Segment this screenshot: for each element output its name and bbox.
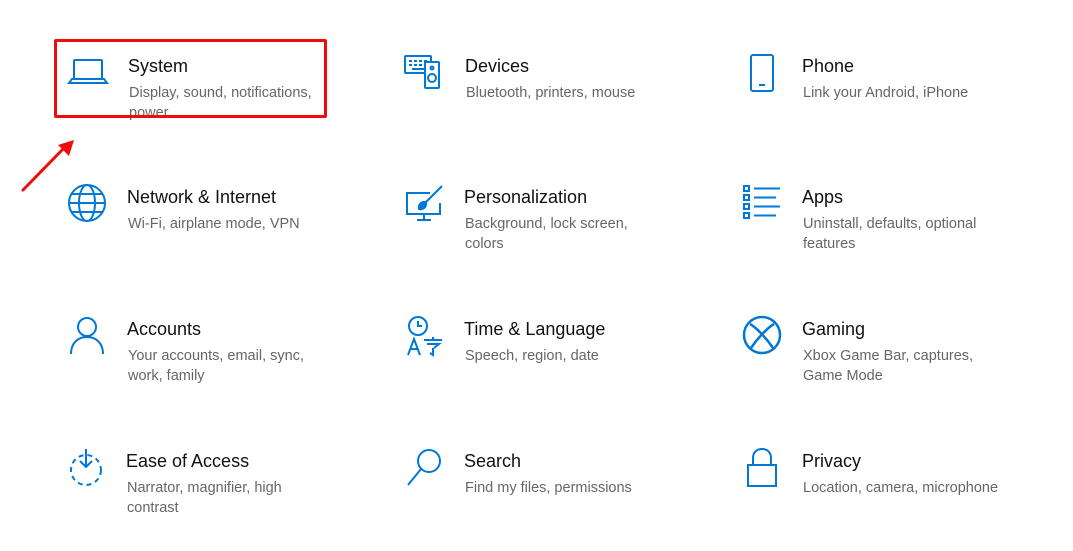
settings-tile-apps[interactable]: Apps Uninstall, defaults, optional featu… xyxy=(730,173,1020,263)
settings-tile-network-internet[interactable]: Network & Internet Wi-Fi, airplane mode,… xyxy=(55,173,345,263)
tile-description: Find my files, permissions xyxy=(465,480,632,496)
tile-description: Xbox Game Bar, captures, Game Mode xyxy=(803,348,974,384)
globe-icon xyxy=(63,179,111,227)
tile-title: Devices xyxy=(465,56,530,76)
settings-tile-devices[interactable]: Devices Bluetooth, printers, mouse xyxy=(393,42,683,132)
tile-title: Network & Internet xyxy=(127,187,277,207)
tile-title: System xyxy=(128,56,189,76)
tile-title: Accounts xyxy=(127,319,202,339)
laptop-icon xyxy=(64,48,112,96)
xbox-icon xyxy=(738,311,786,359)
tile-title: Phone xyxy=(802,56,855,76)
settings-tile-privacy[interactable]: Privacy Location, camera, microphone xyxy=(730,437,1020,527)
search-icon xyxy=(400,443,448,491)
settings-tile-gaming[interactable]: Gaming Xbox Game Bar, captures, Game Mod… xyxy=(730,305,1020,395)
ease-of-access-icon xyxy=(62,443,110,491)
settings-tile-personalization[interactable]: Personalization Background, lock screen,… xyxy=(392,173,682,263)
tile-title: Ease of Access xyxy=(126,451,250,471)
tile-description: Your accounts, email, sync, work, family xyxy=(128,348,304,384)
tile-description: Bluetooth, printers, mouse xyxy=(466,85,636,101)
paintbrush-icon xyxy=(400,179,448,227)
tile-description: Background, lock screen, colors xyxy=(465,216,628,252)
tile-description: Speech, region, date xyxy=(465,348,599,364)
tile-title: Search xyxy=(464,451,522,471)
time-language-icon xyxy=(400,311,448,359)
settings-tile-time-language[interactable]: Time & Language Speech, region, date xyxy=(392,305,682,395)
tile-title: Personalization xyxy=(464,187,588,207)
tile-title: Time & Language xyxy=(464,319,606,339)
settings-tile-search[interactable]: Search Find my files, permissions xyxy=(392,437,682,527)
settings-tile-accounts[interactable]: Accounts Your accounts, email, sync, wor… xyxy=(55,305,345,395)
settings-tile-system[interactable]: System Display, sound, notifications, po… xyxy=(56,42,346,132)
phone-icon xyxy=(738,48,786,96)
apps-list-icon xyxy=(738,179,786,227)
settings-tile-phone[interactable]: Phone Link your Android, iPhone xyxy=(730,42,1020,132)
settings-tile-ease-of-access[interactable]: Ease of Access Narrator, magnifier, high… xyxy=(54,437,344,527)
tile-description: Link your Android, iPhone xyxy=(803,85,969,101)
tile-description: Narrator, magnifier, high contrast xyxy=(127,480,282,516)
tile-description: Wi-Fi, airplane mode, VPN xyxy=(128,216,300,232)
tile-title: Apps xyxy=(802,187,844,207)
tile-title: Gaming xyxy=(802,319,866,339)
tile-description: Display, sound, notifications, power xyxy=(129,85,312,121)
tile-title: Privacy xyxy=(802,451,862,471)
tile-description: Uninstall, defaults, optional features xyxy=(803,216,977,252)
devices-icon xyxy=(401,48,449,96)
person-icon xyxy=(63,311,111,359)
tile-description: Location, camera, microphone xyxy=(803,480,999,496)
padlock-icon xyxy=(738,443,786,491)
